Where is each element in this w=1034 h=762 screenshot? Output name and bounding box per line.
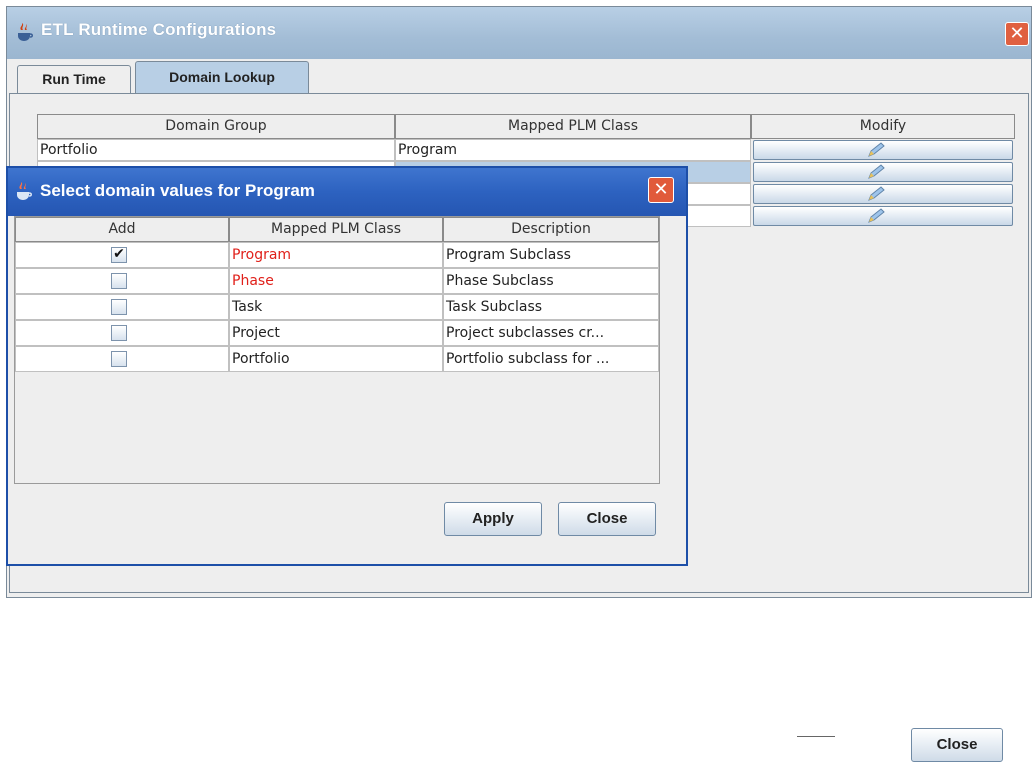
- java-cup-icon: [18, 23, 33, 41]
- modify-button[interactable]: [753, 184, 1013, 204]
- main-titlebar[interactable]: ETL Runtime Configurations ✕: [7, 7, 1031, 59]
- add-cell: [15, 294, 229, 320]
- table-cell-domain-group[interactable]: Portfolio: [37, 139, 395, 161]
- add-checkbox[interactable]: [111, 351, 127, 367]
- column-header-mapped-plm-class[interactable]: Mapped PLM Class: [229, 217, 443, 242]
- checkmark-icon: ✔: [113, 246, 125, 262]
- apply-button[interactable]: Apply: [444, 502, 542, 536]
- java-cup-icon: [17, 182, 32, 200]
- column-header-description[interactable]: Description: [443, 217, 659, 242]
- close-x-icon: ✕: [1009, 23, 1025, 44]
- table-cell-class[interactable]: Portfolio: [229, 346, 443, 372]
- table-cell-class[interactable]: Task: [229, 294, 443, 320]
- column-header-add[interactable]: Add: [15, 217, 229, 242]
- column-header-modify[interactable]: Modify: [751, 114, 1015, 139]
- table-cell-class[interactable]: Program: [229, 242, 443, 268]
- window-close-button[interactable]: ✕: [1005, 22, 1029, 46]
- dialog-close-x-button[interactable]: ✕: [648, 177, 674, 203]
- separator-line: [797, 736, 835, 737]
- table-cell-class[interactable]: Project: [229, 320, 443, 346]
- table-cell-description[interactable]: Portfolio subclass for ...: [443, 346, 659, 372]
- table-cell-description[interactable]: Program Subclass: [443, 242, 659, 268]
- add-cell: [15, 268, 229, 294]
- main-close-button[interactable]: Close: [911, 728, 1003, 762]
- modify-button[interactable]: [753, 140, 1013, 160]
- modify-button[interactable]: [753, 162, 1013, 182]
- table-cell-class[interactable]: Phase: [229, 268, 443, 294]
- add-cell: [15, 320, 229, 346]
- pencil-icon: [868, 142, 885, 157]
- tab-domain-lookup[interactable]: Domain Lookup: [135, 61, 309, 93]
- dialog-title: Select domain values for Program: [40, 181, 315, 200]
- pencil-icon: [868, 164, 885, 179]
- modify-button[interactable]: [753, 206, 1013, 226]
- add-checkbox[interactable]: [111, 299, 127, 315]
- column-header-mapped-plm-class[interactable]: Mapped PLM Class: [395, 114, 751, 139]
- tab-run-time[interactable]: Run Time: [17, 65, 131, 93]
- pencil-icon: [868, 208, 885, 223]
- dialog-close-button[interactable]: Close: [558, 502, 656, 536]
- select-domain-values-dialog: Select domain values for Program ✕ Add M…: [6, 166, 688, 566]
- add-cell: ✔: [15, 242, 229, 268]
- column-header-domain-group[interactable]: Domain Group: [37, 114, 395, 139]
- add-checkbox[interactable]: ✔: [111, 246, 127, 263]
- add-checkbox[interactable]: [111, 273, 127, 289]
- domain-values-table: Add Mapped PLM Class Description ✔ Progr…: [14, 216, 660, 484]
- window-title: ETL Runtime Configurations: [41, 20, 277, 39]
- table-cell-mapped-class[interactable]: Program: [395, 139, 751, 161]
- close-x-icon: ✕: [653, 179, 669, 200]
- table-cell-description[interactable]: Task Subclass: [443, 294, 659, 320]
- table-cell-description[interactable]: Project subclasses cr...: [443, 320, 659, 346]
- dialog-titlebar[interactable]: Select domain values for Program ✕: [8, 168, 686, 216]
- table-cell-description[interactable]: Phase Subclass: [443, 268, 659, 294]
- add-cell: [15, 346, 229, 372]
- add-checkbox[interactable]: [111, 325, 127, 341]
- pencil-icon: [868, 186, 885, 201]
